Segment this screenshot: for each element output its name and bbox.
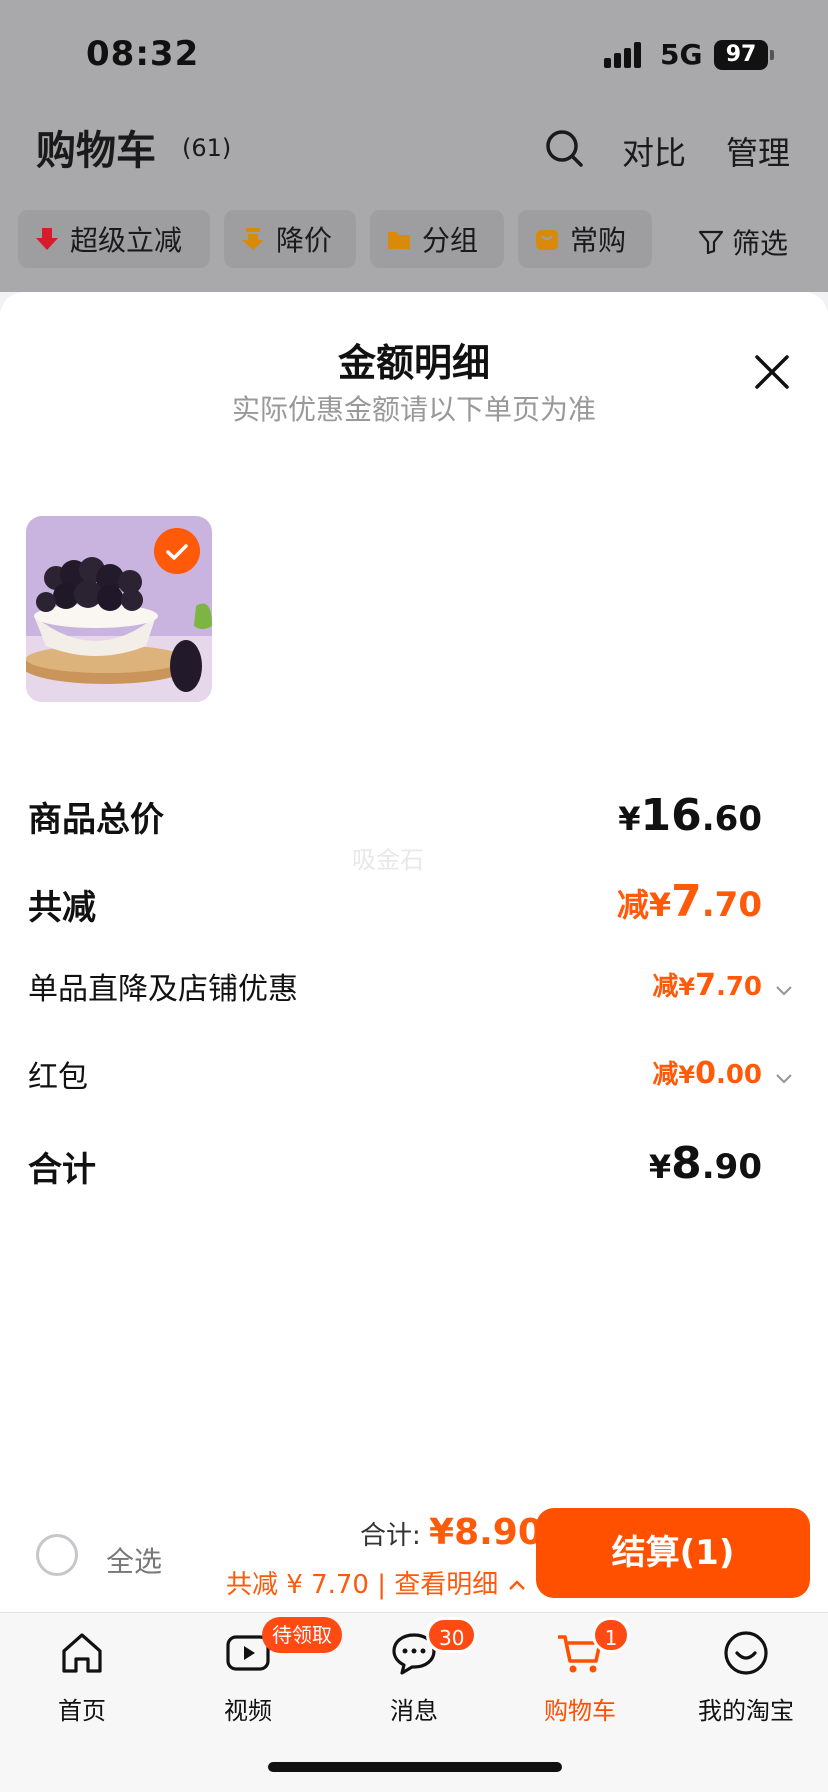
checkout-button[interactable]: 结算(1) bbox=[536, 1508, 810, 1598]
item-discount-label: 单品直降及店铺优惠 bbox=[28, 972, 298, 1007]
chip-price-drop[interactable]: 降价 bbox=[224, 210, 356, 268]
filter-button[interactable]: 筛选 bbox=[698, 222, 788, 262]
folder-icon bbox=[388, 232, 410, 249]
chip-label: 分组 bbox=[422, 224, 479, 257]
cart-title: 购物车 bbox=[36, 128, 156, 174]
close-icon[interactable] bbox=[752, 352, 792, 392]
sheet-subtitle: 实际优惠金额请以下单页为准 bbox=[231, 393, 596, 426]
tab-label: 购物车 bbox=[544, 1697, 616, 1725]
chevron-down-icon[interactable] bbox=[774, 1068, 794, 1088]
bag-icon bbox=[536, 230, 558, 250]
item-discount-value: 减¥7.70 bbox=[652, 968, 762, 1003]
tab-profile[interactable]: 我的淘宝 bbox=[686, 1629, 806, 1729]
red-packet-value: 减¥0.00 bbox=[652, 1056, 762, 1091]
saved-text: 共减 ¥ 7.70 bbox=[226, 1570, 369, 1600]
selected-check-icon[interactable] bbox=[154, 528, 200, 574]
chip-group[interactable]: 分组 bbox=[370, 210, 504, 268]
tab-label: 首页 bbox=[58, 1697, 106, 1725]
watermark: 吸金石 bbox=[352, 846, 424, 874]
chip-label: 降价 bbox=[276, 224, 333, 257]
sheet-title: 金额明细 bbox=[337, 341, 490, 385]
discount-label: 共减 bbox=[28, 888, 96, 928]
signal-icon bbox=[604, 42, 648, 68]
saved-summary[interactable]: 共减 ¥ 7.70 | 查看明细 bbox=[226, 1564, 527, 1601]
compare-button[interactable]: 对比 bbox=[622, 128, 686, 174]
status-time: 08:32 bbox=[86, 34, 200, 74]
view-detail-link[interactable]: 查看明细 bbox=[394, 1570, 498, 1600]
chip-frequent[interactable]: 常购 bbox=[518, 210, 652, 268]
amount-detail-sheet: 金额明细 实际优惠金额请以下单页为准 商品总价 ¥16.60 共减 减¥7.70… bbox=[0, 292, 828, 1612]
red-packet-label: 红包 bbox=[28, 1060, 88, 1095]
manage-button[interactable]: 管理 bbox=[726, 128, 790, 174]
red-down-arrow-icon bbox=[36, 228, 58, 250]
checkout-total-amount: ¥8.90 bbox=[429, 1512, 543, 1553]
home-icon bbox=[62, 1633, 102, 1673]
battery-tip bbox=[770, 50, 774, 60]
filter-label: 筛选 bbox=[732, 227, 789, 260]
chip-label: 超级立减 bbox=[70, 224, 183, 257]
discount-value: 减¥7.70 bbox=[616, 876, 762, 927]
select-all-radio[interactable] bbox=[36, 1534, 78, 1576]
network-label: 5G bbox=[660, 38, 703, 71]
home-indicator bbox=[268, 1762, 562, 1772]
tab-label: 我的淘宝 bbox=[698, 1697, 794, 1725]
battery-icon: 97 bbox=[714, 40, 768, 70]
cart-count: (61) bbox=[182, 134, 232, 162]
chip-label: 常购 bbox=[570, 224, 627, 257]
search-icon[interactable] bbox=[544, 128, 584, 168]
price-drop-icon bbox=[242, 228, 264, 250]
total-label: 合计 bbox=[28, 1150, 96, 1190]
video-badge: 待领取 bbox=[262, 1617, 342, 1653]
profile-icon bbox=[724, 1631, 768, 1675]
status-bar: 08:32 5G 97 bbox=[0, 0, 828, 100]
select-all-label[interactable]: 全选 bbox=[106, 1540, 162, 1580]
tab-home[interactable]: 首页 bbox=[22, 1629, 142, 1729]
total-value: ¥8.90 bbox=[648, 1138, 762, 1189]
checkout-bar: 全选 合计: ¥8.90 共减 ¥ 7.70 | 查看明细 结算(1) bbox=[0, 1496, 828, 1612]
chip-super-discount[interactable]: 超级立减 bbox=[18, 210, 210, 268]
chevron-down-icon[interactable] bbox=[774, 980, 794, 1000]
subtotal-value: ¥16.60 bbox=[618, 790, 762, 841]
messages-badge: 30 bbox=[426, 1617, 478, 1653]
checkout-total: 合计: ¥8.90 bbox=[360, 1512, 543, 1553]
tab-label: 消息 bbox=[390, 1697, 438, 1725]
funnel-icon bbox=[698, 230, 724, 255]
cart-badge: 1 bbox=[592, 1617, 630, 1653]
tab-label: 视频 bbox=[224, 1697, 272, 1725]
subtotal-label: 商品总价 bbox=[28, 800, 164, 840]
chevron-up-icon[interactable] bbox=[507, 1577, 527, 1593]
